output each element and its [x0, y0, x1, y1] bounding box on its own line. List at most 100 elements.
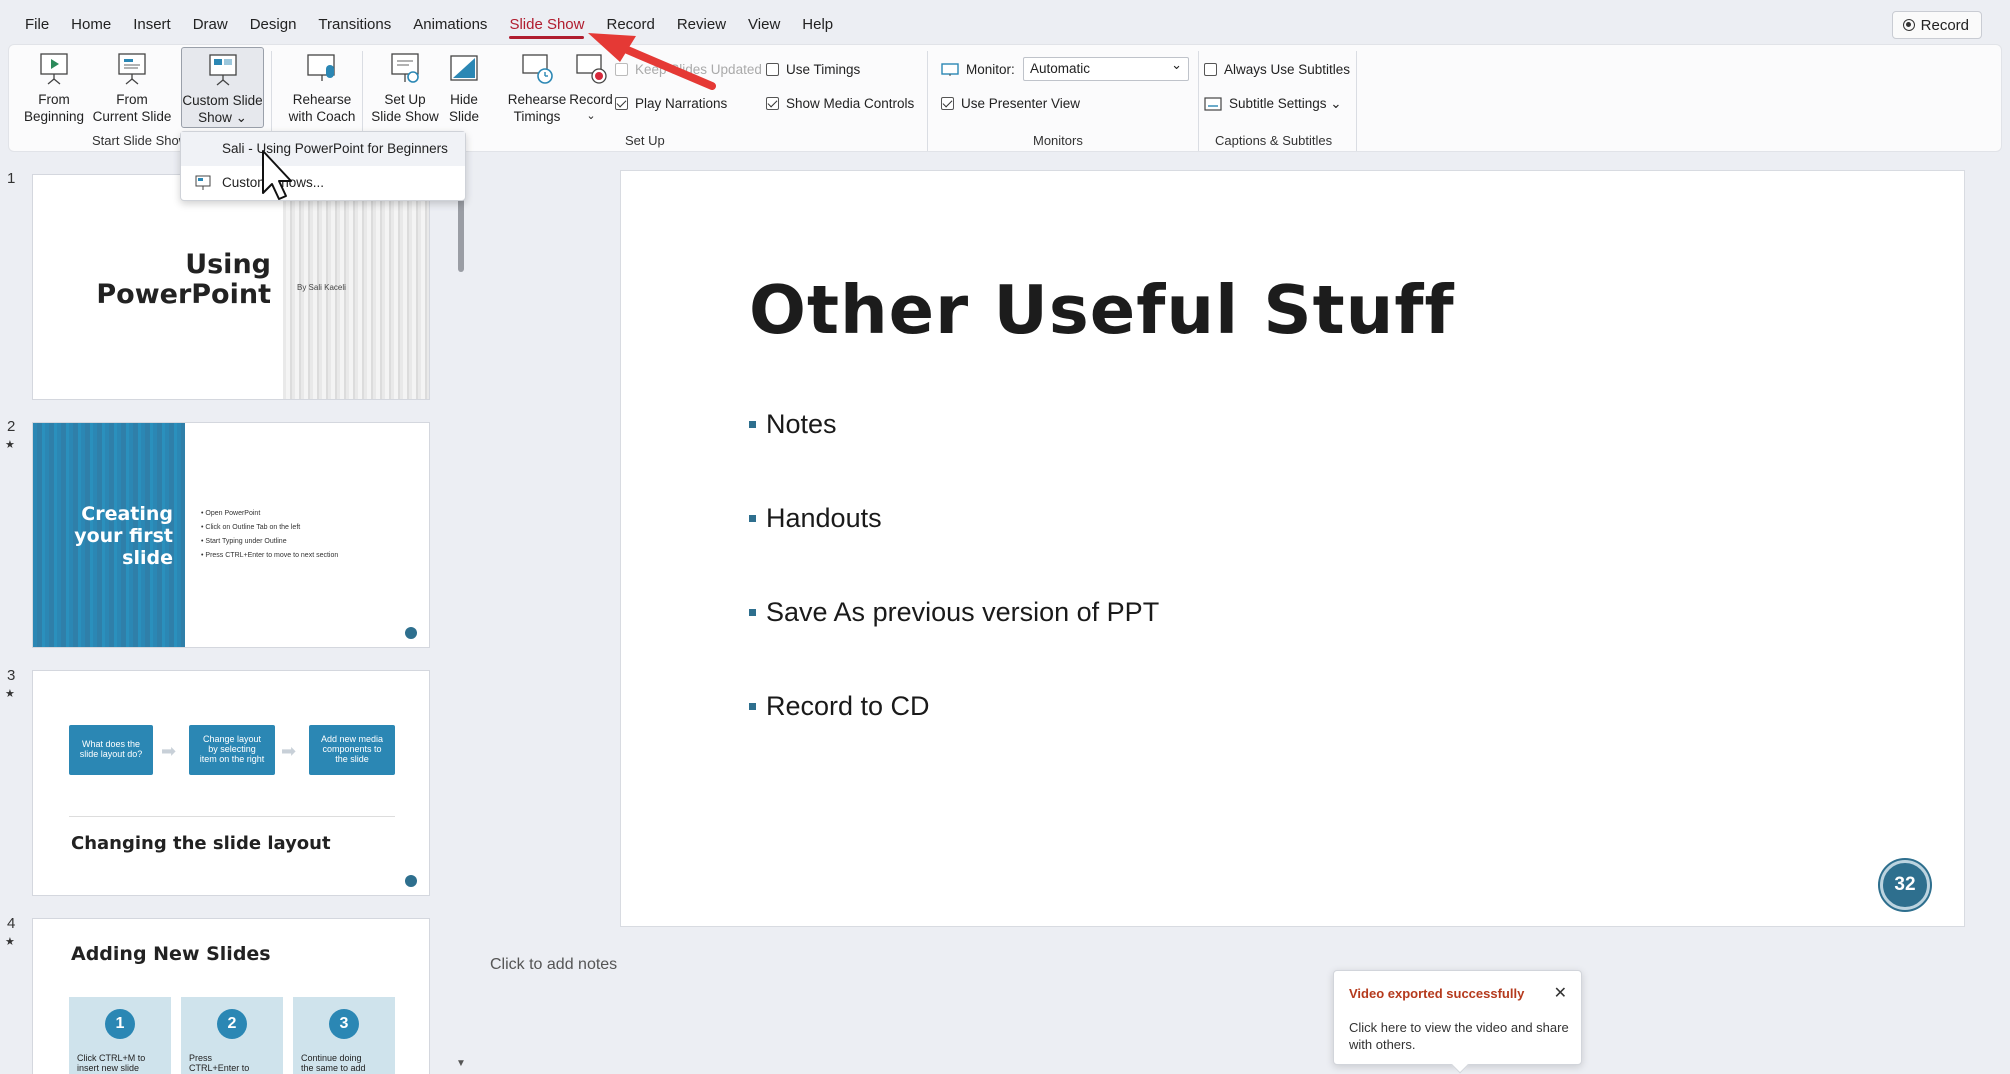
slide-thumbnail-3[interactable]: What does the slide layout do? ➡ Change …	[32, 670, 430, 896]
show-media-controls-checkbox[interactable]: Show Media Controls	[766, 96, 914, 111]
slide-bullet[interactable]: Record to CD	[749, 691, 930, 722]
rehearse-with-coach-button[interactable]: Rehearse with Coach	[279, 51, 365, 125]
chevron-down-icon: ⌄	[586, 110, 596, 122]
tab-file[interactable]: File	[14, 0, 60, 46]
tab-home[interactable]: Home	[60, 0, 122, 46]
divider	[69, 816, 395, 817]
slide-editor-canvas[interactable]: Other Useful Stuff Notes Handouts Save A…	[620, 170, 1965, 927]
slide-thumbnail-2[interactable]: Creating your first slide • Open PowerPo…	[32, 422, 430, 648]
thumb-title: Changing the slide layout	[71, 833, 331, 854]
step-card: 2 Press CTRL+Enter to	[181, 997, 283, 1074]
tab-animations[interactable]: Animations	[402, 0, 498, 46]
record-button-label: Record	[1920, 16, 1969, 34]
bullet-marker	[749, 515, 756, 522]
transition-star-icon: ★	[5, 439, 15, 451]
step-card: 1 Click CTRL+M to insert new slide	[69, 997, 171, 1074]
record-show-icon	[576, 54, 607, 84]
from-current-slide-button[interactable]: From Current Slide	[87, 51, 177, 125]
group-label-monitors: Monitors	[1033, 133, 1083, 148]
slide-number: 3	[7, 667, 16, 684]
bullet-marker	[749, 609, 756, 616]
custom-shows-icon	[195, 175, 211, 190]
presentation-play-icon	[40, 53, 68, 85]
toast-pointer	[1451, 1056, 1469, 1074]
slide-number: 2	[7, 418, 16, 435]
subtitle-settings-button[interactable]: Subtitle Settings ⌄	[1204, 96, 1342, 112]
bullet-marker	[749, 703, 756, 710]
page-badge-icon	[405, 875, 417, 887]
record-button[interactable]: Record	[1891, 11, 1982, 39]
group-separator	[927, 51, 928, 151]
menu-bar: File Home Insert Draw Design Transitions…	[0, 0, 2010, 46]
tab-draw[interactable]: Draw	[182, 0, 239, 46]
custom-show-dropdown: Sali - Using PowerPoint for Beginners Cu…	[180, 131, 466, 201]
slide-thumbnail-panel: 1 2 ★ 3 ★ 4 ★ Using PowerPoint By Sali K…	[0, 162, 470, 1074]
page-badge-icon	[405, 627, 417, 639]
group-label-setup: Set Up	[625, 133, 665, 148]
group-label-start: Start Slide Show	[92, 133, 189, 148]
presenter-view-checkbox[interactable]: Use Presenter View	[941, 96, 1080, 111]
slide-thumbnail-4[interactable]: Adding New Slides 1 Click CTRL+M to inse…	[32, 918, 430, 1074]
slide-number: 1	[7, 170, 16, 187]
set-up-slide-show-button[interactable]: Set Up Slide Show	[367, 51, 443, 125]
presentation-current-icon	[118, 53, 146, 85]
slide-thumbnail-1[interactable]: Using PowerPoint By Sali Kaceli	[32, 174, 430, 400]
step-card: 3 Continue doing the same to add	[293, 997, 395, 1074]
custom-shows-menu-item[interactable]: Custom Shows...	[181, 166, 465, 200]
slide-number: 4	[7, 915, 16, 932]
use-timings-checkbox[interactable]: Use Timings	[766, 62, 860, 77]
flow-box: Change layout by selecting item on the r…	[189, 725, 275, 775]
always-use-subtitles-checkbox[interactable]: Always Use Subtitles	[1204, 62, 1350, 77]
record-slideshow-button[interactable]: Record ⌄	[561, 51, 621, 125]
tab-help[interactable]: Help	[791, 0, 844, 46]
tab-review[interactable]: Review	[666, 0, 737, 46]
timings-icon	[522, 54, 553, 84]
export-toast[interactable]: Video exported successfully ✕ Click here…	[1333, 970, 1582, 1074]
transition-star-icon: ★	[5, 936, 15, 948]
tab-slide-show[interactable]: Slide Show	[498, 0, 595, 46]
scroll-down-icon[interactable]: ▼	[456, 1058, 466, 1069]
monitor-select[interactable]: Automatic	[1023, 57, 1189, 81]
close-icon[interactable]: ✕	[1554, 983, 1567, 1003]
tab-record[interactable]: Record	[595, 0, 665, 46]
tab-view[interactable]: View	[737, 0, 791, 46]
notes-placeholder[interactable]: Click to add notes	[490, 956, 617, 974]
monitor-label: Monitor:	[941, 62, 1015, 77]
custom-show-item[interactable]: Sali - Using PowerPoint for Beginners	[181, 132, 465, 166]
tab-insert[interactable]: Insert	[122, 0, 182, 46]
slide-bullet[interactable]: Handouts	[749, 503, 882, 534]
slide-bullet[interactable]: Save As previous version of PPT	[749, 597, 1159, 628]
from-beginning-button[interactable]: From Beginning	[14, 51, 94, 125]
group-label-captions: Captions & Subtitles	[1215, 133, 1333, 148]
thumb-title: Creating your first slide	[74, 503, 173, 569]
thumb-title: Adding New Slides	[71, 943, 271, 965]
bullet-marker	[749, 421, 756, 428]
hide-slide-button[interactable]: Hide Slide	[437, 51, 491, 125]
tab-design[interactable]: Design	[239, 0, 308, 46]
coach-icon	[307, 54, 335, 81]
toast-body: Click here to view the video and share w…	[1349, 1020, 1569, 1052]
keep-slides-updated-checkbox[interactable]: Keep Slides Updated	[615, 62, 762, 77]
slide-bullet[interactable]: Notes	[749, 409, 837, 440]
record-icon	[1902, 19, 1915, 31]
page-number-badge: 32	[1880, 860, 1930, 910]
arrow-right-icon: ➡	[281, 741, 297, 761]
thumb-title: Using PowerPoint	[96, 249, 271, 310]
group-separator	[1356, 51, 1357, 151]
custom-slide-show-button[interactable]: Custom Slide Show ⌄	[181, 47, 264, 128]
monitor-icon	[941, 62, 959, 76]
thumb-bullets: • Open PowerPoint • Click on Outline Tab…	[201, 510, 339, 559]
setup-show-icon	[391, 53, 419, 83]
play-narrations-checkbox[interactable]: Play Narrations	[615, 96, 727, 111]
subtitle-icon	[1204, 97, 1222, 111]
toast-title: Video exported successfully	[1349, 986, 1525, 1001]
slide-title[interactable]: Other Useful Stuff	[749, 271, 1455, 349]
tab-transitions[interactable]: Transitions	[307, 0, 402, 46]
hide-slide-icon	[450, 55, 478, 81]
arrow-right-icon: ➡	[161, 741, 177, 761]
group-separator	[1198, 51, 1199, 151]
flow-box: What does the slide layout do?	[69, 725, 153, 775]
transition-star-icon: ★	[5, 688, 15, 700]
custom-show-icon	[208, 54, 237, 86]
flow-box: Add new media components to the slide	[309, 725, 395, 775]
